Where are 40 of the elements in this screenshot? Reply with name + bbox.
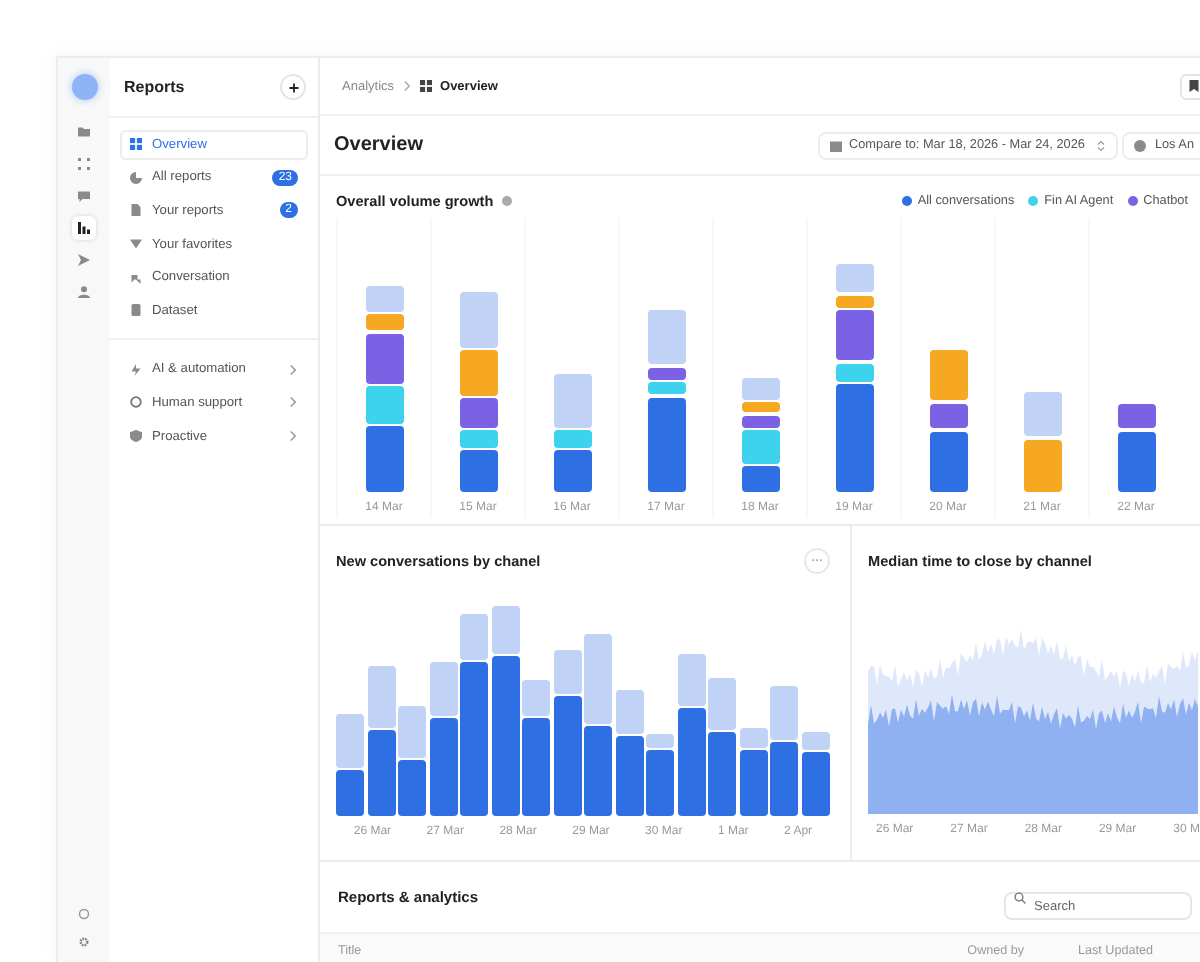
circle-icon[interactable] <box>78 908 90 920</box>
group-icon <box>130 396 142 409</box>
clock-icon <box>1134 139 1147 151</box>
person-icon <box>78 286 90 298</box>
calendar-icon <box>829 139 842 151</box>
item-icon <box>130 238 142 251</box>
grid-icon <box>78 158 90 170</box>
item-icon <box>130 171 142 184</box>
search-icon <box>1014 891 1026 903</box>
plus-icon <box>287 81 299 93</box>
add-button[interactable] <box>280 74 306 100</box>
chevron-icon <box>288 396 298 409</box>
logo-icon <box>71 74 97 100</box>
bar-chart-icon <box>78 222 90 234</box>
chat-icon <box>78 190 90 202</box>
bookmark-icon <box>1188 80 1200 92</box>
group-icon <box>130 363 142 376</box>
item-icon <box>130 304 142 317</box>
chevron-icon <box>288 430 298 443</box>
sort-icon <box>1096 139 1107 151</box>
item-icon <box>130 271 142 284</box>
rail-nav-button[interactable] <box>72 216 96 240</box>
stacked-bar <box>929 350 967 492</box>
page-title: Overview <box>334 134 423 156</box>
group-icon <box>130 430 142 443</box>
send-icon <box>78 254 90 266</box>
grid-icon <box>420 80 433 92</box>
stacked-bar <box>741 378 779 492</box>
sidebar-title: Reports <box>124 78 185 96</box>
folder-icon <box>78 126 90 138</box>
item-icon <box>130 204 142 217</box>
chevron-icon <box>402 80 413 92</box>
stacked-bar <box>553 373 591 492</box>
chevron-icon <box>288 363 298 376</box>
stacked-bar <box>1117 403 1155 492</box>
item-icon <box>130 138 142 151</box>
settings-icon[interactable] <box>78 936 90 948</box>
stacked-bar <box>398 706 427 816</box>
info-icon <box>501 195 512 205</box>
stacked-bar <box>1023 392 1061 492</box>
